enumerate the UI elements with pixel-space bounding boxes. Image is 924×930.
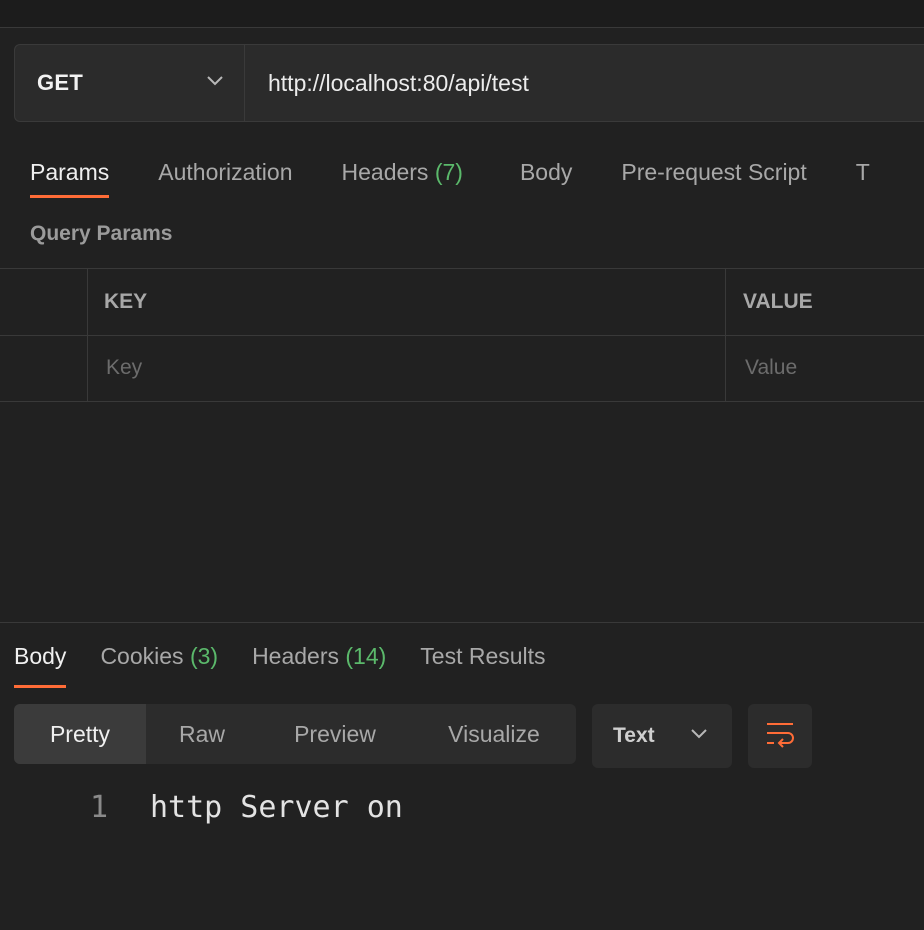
chevron-down-icon [206,74,224,92]
tab-headers[interactable]: Headers (7) [342,150,463,200]
response-tab-test-results[interactable]: Test Results [420,634,545,688]
format-pretty[interactable]: Pretty [14,704,146,764]
tab-body[interactable]: Body [520,150,572,200]
response-headers-count: (14) [345,643,387,669]
column-divider [87,269,88,401]
response-tabs: Body Cookies (3) Headers (14) Test Resul… [14,634,580,688]
value-input[interactable]: Value [745,335,915,401]
word-wrap-button[interactable] [748,704,812,768]
table-row: Key Value [0,335,924,401]
format-visualize[interactable]: Visualize [412,704,576,764]
line-number: 1 [90,790,109,825]
headers-count: (7) [434,159,463,185]
column-divider [725,269,726,401]
query-params-title: Query Params [30,222,173,245]
key-column-header: KEY [104,290,148,313]
response-tab-headers[interactable]: Headers (14) [252,634,386,688]
tab-pre-request-script[interactable]: Pre-request Script [621,150,806,200]
method-select[interactable]: GET [15,45,245,121]
code-line: 1 http Server on [0,790,924,838]
top-strip [0,0,924,28]
format-preview[interactable]: Preview [258,704,412,764]
tab-params[interactable]: Params [30,150,110,200]
tab-authorization[interactable]: Authorization [158,150,292,200]
format-segmented-control: Pretty Raw Preview Visualize [14,704,576,764]
pane-divider[interactable] [0,622,924,623]
cookies-count: (3) [189,643,219,669]
tab-truncated[interactable]: T [856,150,870,200]
format-raw[interactable]: Raw [146,704,258,764]
request-bar: GET http://localhost:80/api/test [14,44,924,122]
line-text: http Server on [150,790,403,825]
postman-app: GET http://localhost:80/api/test Params … [0,0,924,930]
response-tab-body[interactable]: Body [14,634,67,688]
language-select[interactable]: Text [592,704,732,768]
chevron-down-icon [690,727,708,745]
response-tab-cookies[interactable]: Cookies (3) [100,634,218,688]
method-label: GET [37,70,84,95]
params-table: KEY VALUE Key Value [0,268,924,402]
url-input[interactable]: http://localhost:80/api/test [245,45,924,121]
request-tabs: Params Authorization Headers (7) Body Pr… [30,150,919,206]
value-column-header: VALUE [743,290,813,313]
language-label: Text [613,724,655,747]
word-wrap-icon [764,720,796,753]
key-input[interactable]: Key [106,335,706,401]
table-header-row: KEY VALUE [0,269,924,336]
